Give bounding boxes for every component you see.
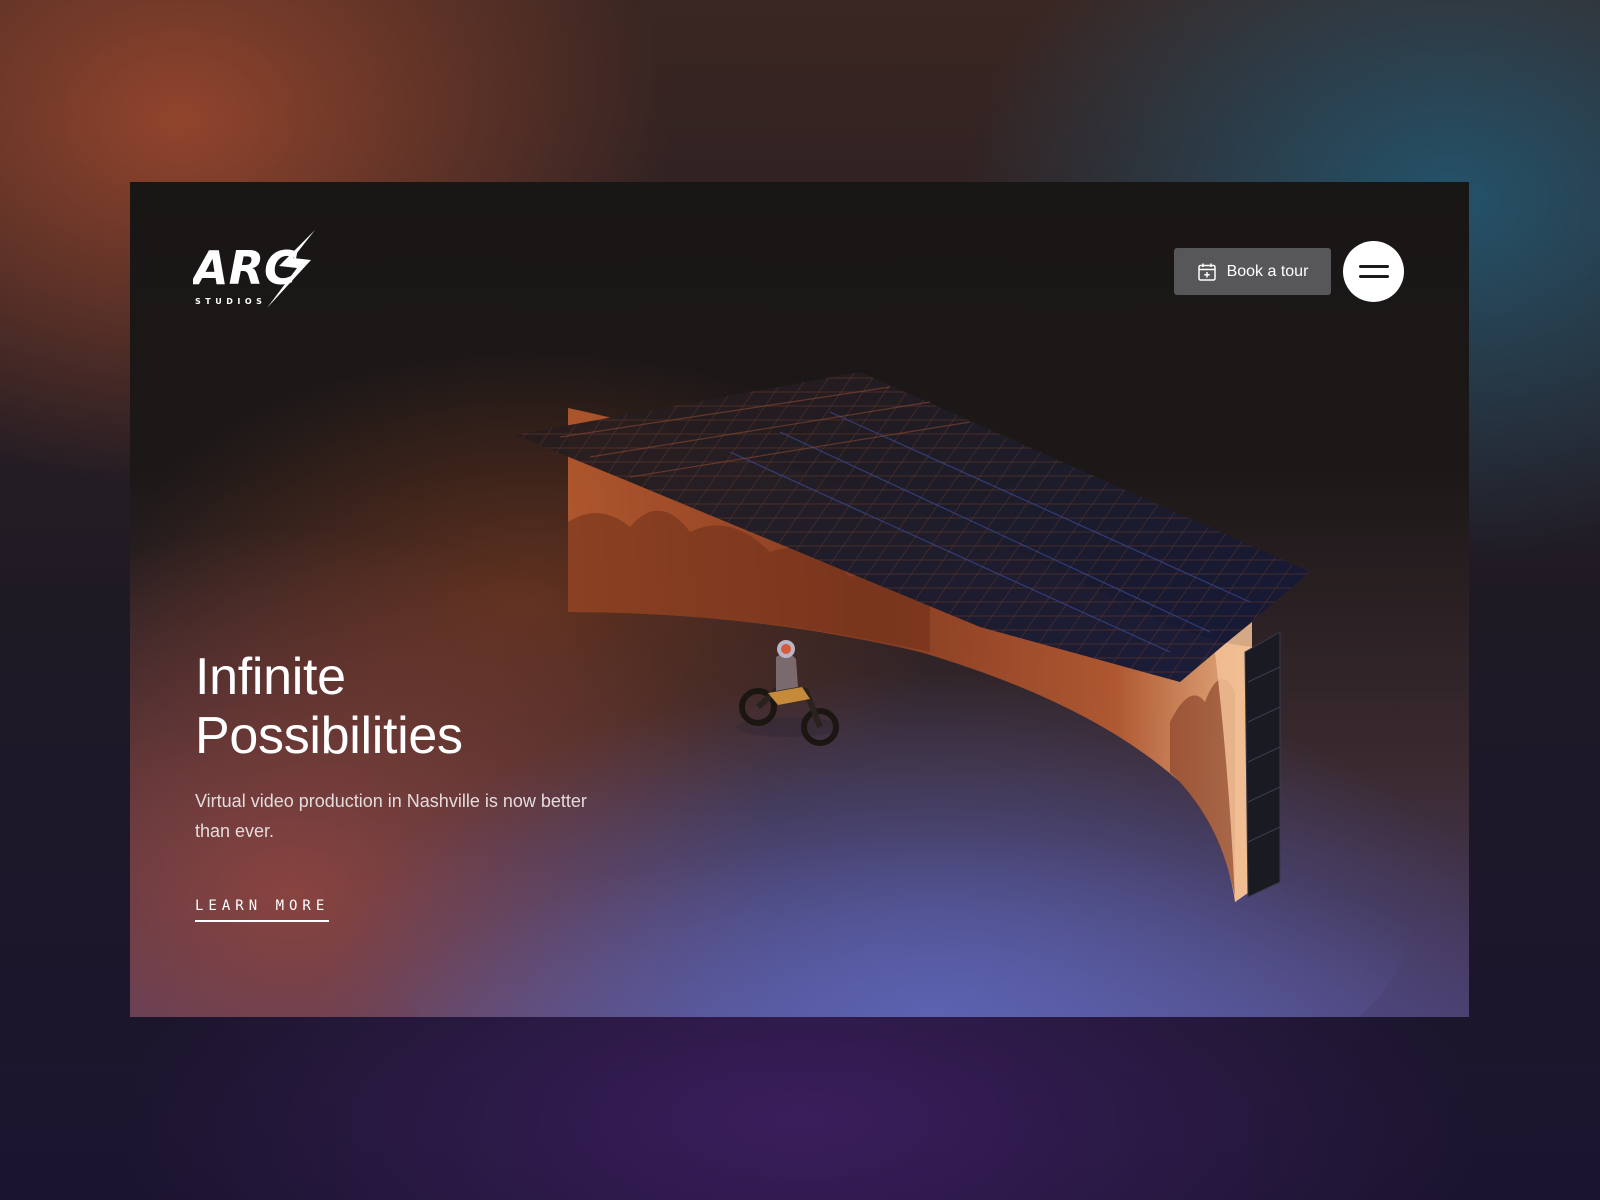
hero-image: [370, 372, 1410, 1017]
hero-headline: Infinite Possibilities: [195, 648, 695, 766]
menu-button[interactable]: [1343, 241, 1404, 302]
motorcycle-rider: [736, 640, 840, 746]
headline-line-2: Possibilities: [195, 707, 463, 765]
calendar-plus-icon: [1197, 263, 1216, 281]
hero-subtext: Virtual video production in Nashville is…: [195, 791, 587, 841]
arc-studios-logo[interactable]: ARC STUDIOS: [193, 228, 317, 310]
logo-sub-text: STUDIOS: [195, 297, 266, 306]
learn-more-link[interactable]: LEARN MORE: [195, 898, 330, 922]
logo-mark-text: ARC: [193, 241, 298, 295]
book-tour-label: Book a tour: [1226, 262, 1309, 280]
hamburger-menu-icon: [1358, 265, 1389, 268]
hamburger-menu-icon-bar: [1358, 275, 1389, 278]
hero-section: ARC STUDIOS Book a tour Infinite Possibi…: [130, 182, 1469, 1017]
book-tour-button[interactable]: Book a tour: [1174, 248, 1331, 295]
headline-line-1: Infinite: [195, 648, 346, 706]
